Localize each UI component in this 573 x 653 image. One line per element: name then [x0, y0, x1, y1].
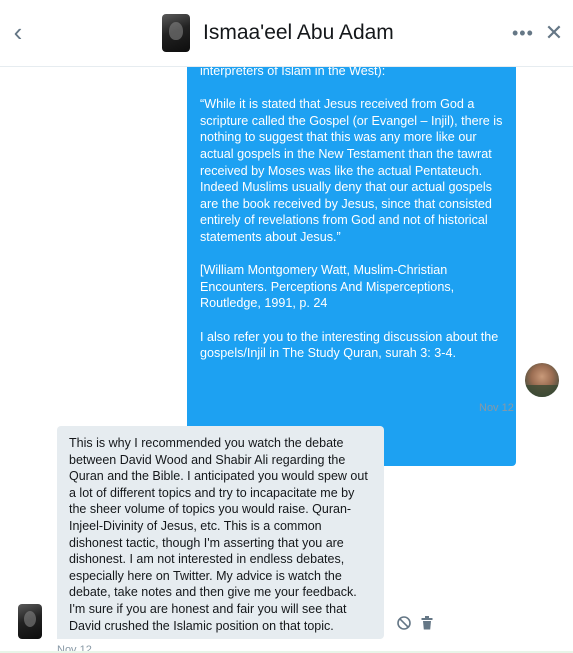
more-dots-icon: •••	[512, 23, 534, 43]
avatar[interactable]	[162, 14, 190, 52]
trash-icon	[421, 616, 433, 630]
message-paragraph: interpreters of Islam in the West):	[200, 67, 386, 78]
close-icon: ✕	[544, 20, 564, 45]
message-list[interactable]: interpreters of Islam in the West): “Whi…	[0, 67, 573, 653]
message-paragraph: “While it is stated that Jesus received …	[200, 97, 503, 244]
message-paragraph: I also refer you to the interesting disc…	[200, 329, 499, 361]
received-message-bubble[interactable]: This is why I recommended you watch the …	[57, 426, 384, 639]
sent-message-bubble[interactable]: interpreters of Islam in the West): “Whi…	[187, 67, 516, 466]
avatar[interactable]	[525, 363, 559, 397]
more-options-button[interactable]: •••	[512, 22, 538, 44]
conversation-title[interactable]: Ismaa'eel Abu Adam	[203, 20, 394, 46]
avatar[interactable]	[18, 604, 42, 639]
report-button[interactable]	[396, 615, 412, 631]
message-text: This is why I recommended you watch the …	[69, 436, 368, 633]
message-timestamp: Nov 12	[479, 402, 514, 414]
message-paragraph: [William Montgomery Watt, Muslim-Christi…	[200, 263, 455, 311]
chevron-left-icon: ‹	[13, 17, 23, 47]
delete-button[interactable]	[420, 615, 434, 631]
back-button[interactable]: ‹	[6, 17, 30, 47]
close-button[interactable]: ✕	[544, 20, 564, 46]
report-icon	[397, 616, 411, 630]
conversation-header: ‹ Ismaa'eel Abu Adam ••• ✕	[0, 0, 573, 67]
